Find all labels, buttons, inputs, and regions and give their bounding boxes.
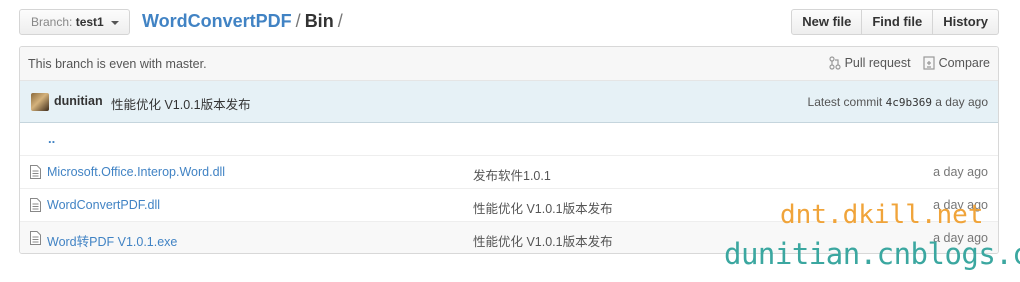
breadcrumb-separator: / [337,11,343,31]
file-icon [30,165,41,179]
file-commit-message-link[interactable]: 发布软件1.0.1 [473,165,551,184]
branch-status-message: This branch is even with master. [28,57,207,71]
file-actions-group: New file Find file History [791,9,999,35]
latest-commit-bar: dunitian 性能优化 V1.0.1版本发布 Latest commit 4… [20,81,998,123]
history-button[interactable]: History [932,9,999,35]
breadcrumb-repo-link[interactable]: WordConvertPDF [142,11,292,31]
file-commit-message-link[interactable]: 性能优化 V1.0.1版本发布 [473,231,613,250]
commit-author-link[interactable]: dunitian [54,94,103,108]
commit-age: a day ago [935,95,988,109]
compare-link[interactable]: Compare [922,56,990,70]
find-file-button[interactable]: Find file [861,9,934,35]
breadcrumb-current-dir: Bin [304,11,334,31]
compare-icon [922,56,935,70]
breadcrumb-separator: / [295,11,301,31]
file-name-link[interactable]: Word转PDF V1.0.1.exe [47,231,177,250]
pull-request-icon [828,56,841,70]
compare-label: Compare [938,56,990,70]
watermark-line1: dnt.dkill.net [780,200,984,230]
avatar[interactable] [31,93,49,111]
file-icon [30,231,41,245]
parent-dir-row[interactable]: .. [20,123,998,156]
file-icon [30,198,41,212]
repo-toolbar: Branch: test1 WordConvertPDF / Bin / New fi… [19,9,999,35]
pull-request-label: Pull request [844,56,911,70]
file-name-link[interactable]: Microsoft.Office.Interop.Word.dll [47,165,225,179]
commit-message-link[interactable]: 性能优化 V1.0.1版本发布 [111,94,251,113]
watermark-line2: dunitian.cnblogs.com [724,237,1020,271]
branch-value: test1 [75,15,104,29]
table-row: Microsoft.Office.Interop.Word.dll 发布软件1.… [20,156,998,189]
file-age: a day ago [933,165,988,179]
commit-sha-link[interactable]: 4c9b369 [886,96,932,109]
latest-commit-info: Latest commit 4c9b369 a day ago [808,95,988,109]
breadcrumb: WordConvertPDF / Bin / [142,10,347,32]
branch-select-button[interactable]: Branch: test1 [19,9,130,35]
file-name-link[interactable]: WordConvertPDF.dll [47,198,160,212]
new-file-button[interactable]: New file [791,9,863,35]
caret-down-icon [111,20,120,25]
branch-actions: Pull request Compare [817,56,990,70]
latest-commit-label: Latest commit [807,95,883,109]
branch-label: Branch: [31,15,73,29]
parent-dir-link[interactable]: .. [48,131,55,146]
file-commit-message-link[interactable]: 性能优化 V1.0.1版本发布 [473,198,613,217]
branch-status-bar: This branch is even with master. Pull re… [20,47,998,81]
pull-request-link[interactable]: Pull request [828,56,911,70]
